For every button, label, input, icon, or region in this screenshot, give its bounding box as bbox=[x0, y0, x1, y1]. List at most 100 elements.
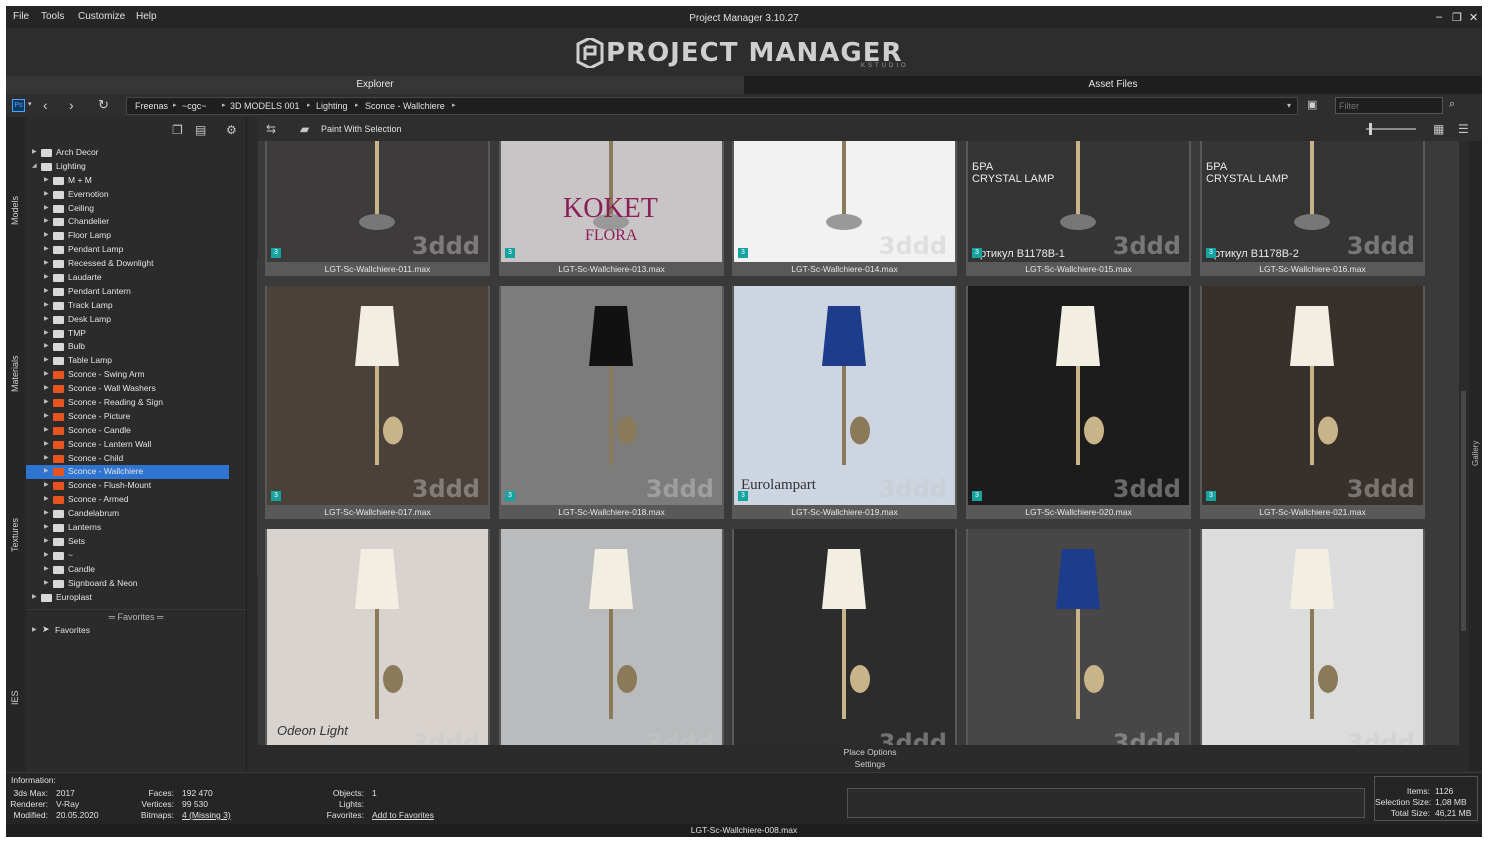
tree-item[interactable]: ▶ ~ bbox=[26, 549, 238, 563]
expand-arrow-icon[interactable]: ▶ bbox=[32, 146, 37, 159]
paint-selection-icon[interactable]: ▰ bbox=[300, 122, 309, 136]
chevron-down-icon[interactable]: ▾ bbox=[1287, 101, 1291, 110]
side-tab-ies[interactable]: IES bbox=[10, 690, 20, 705]
tab-explorer[interactable]: Explorer bbox=[6, 76, 744, 94]
tree-item[interactable]: ▶ Sconce - Reading & Sign bbox=[26, 396, 238, 410]
asset-card[interactable]: 3ddd3 bbox=[1200, 529, 1425, 745]
asset-thumbnail[interactable]: KOKET FLORA 3ddd 3 bbox=[501, 141, 722, 262]
paint-with-selection-label[interactable]: Paint With Selection bbox=[321, 124, 402, 134]
swap-icon[interactable]: ⇆ bbox=[266, 122, 276, 136]
photoshop-icon[interactable]: Ps bbox=[12, 99, 25, 112]
expand-arrow-icon[interactable]: ▶ bbox=[44, 535, 49, 548]
grid-view-icon[interactable]: ▦ bbox=[1433, 122, 1444, 136]
expand-arrow-icon[interactable]: ▶ bbox=[44, 507, 49, 520]
expand-arrow-icon[interactable]: ▶ bbox=[44, 257, 49, 270]
search-icon[interactable]: ⌕ bbox=[1449, 98, 1455, 111]
new-window-icon[interactable]: ❐ bbox=[172, 123, 183, 137]
expand-arrow-icon[interactable]: ▶ bbox=[44, 299, 49, 312]
tree-item[interactable]: ▶ Desk Lamp bbox=[26, 313, 238, 327]
expand-arrow-icon[interactable]: ▶ bbox=[44, 452, 49, 465]
place-options-toggle[interactable]: Place Options bbox=[258, 747, 1482, 759]
expand-arrow-icon[interactable]: ▶ bbox=[44, 285, 49, 298]
tree-item[interactable]: ▶ Europlast bbox=[26, 591, 238, 605]
asset-card[interactable]: 3ddd 3 LGT-Sc-Wallchiere-021.max bbox=[1200, 286, 1425, 519]
add-to-favorites-link[interactable]: Add to Favorites bbox=[372, 810, 434, 820]
asset-thumbnail[interactable]: 3ddd3 bbox=[1202, 529, 1423, 745]
asset-card[interactable]: БРА CRYSTAL LAMP ртикул B1178B-1 3ddd 3 LGT-S… bbox=[966, 141, 1191, 276]
asset-card[interactable]: 3ddd 3 LGT-Sc-Wallchiere-020.max bbox=[966, 286, 1191, 519]
expand-arrow-icon[interactable]: ▶ bbox=[44, 396, 49, 409]
tree-item[interactable]: ▶ Ceiling bbox=[26, 202, 238, 216]
tree-item[interactable]: ▶ Sets bbox=[26, 535, 238, 549]
side-tab-materials[interactable]: Materials bbox=[10, 355, 20, 392]
expand-arrow-icon[interactable]: ▶ bbox=[44, 521, 49, 534]
collapse-arrow-icon[interactable]: ◢ bbox=[32, 160, 37, 173]
asset-thumbnail[interactable]: 3ddd3 bbox=[968, 286, 1189, 505]
tree-item[interactable]: ▶ TMP bbox=[26, 327, 238, 341]
sort-icon[interactable]: ☰ bbox=[1458, 122, 1469, 136]
tree-item[interactable]: ▶ M + M bbox=[26, 174, 238, 188]
asset-thumbnail[interactable]: Odeon Light3ddd3 bbox=[267, 529, 488, 745]
tree-item[interactable]: ▶ Floor Lamp bbox=[26, 229, 238, 243]
asset-card[interactable]: 3ddd3 bbox=[499, 529, 724, 745]
tree-item[interactable]: ▶ Pendant Lamp bbox=[26, 243, 238, 257]
asset-card[interactable]: 3ddd 3 LGT-Sc-Wallchiere-017.max bbox=[265, 286, 490, 519]
expand-arrow-icon[interactable]: ▶ bbox=[44, 271, 49, 284]
asset-thumbnail[interactable]: 3ddd3 bbox=[1202, 286, 1423, 505]
expand-arrow-icon[interactable]: ▶ bbox=[44, 424, 49, 437]
asset-thumbnail[interactable]: БРА CRYSTAL LAMP ртикул B1178B-2 3ddd 3 bbox=[1202, 141, 1423, 262]
close-icon[interactable]: ✕ bbox=[1469, 11, 1478, 24]
layout-icon[interactable]: ▤ bbox=[195, 123, 206, 137]
settings-toggle[interactable]: Settings bbox=[258, 759, 1482, 771]
zoom-slider[interactable] bbox=[1366, 128, 1416, 130]
tree-item[interactable]: ▶ Candelabrum bbox=[26, 507, 238, 521]
asset-card[interactable]: 3ddd 3 LGT-Sc-Wallchiere-011.max bbox=[265, 141, 490, 276]
expand-arrow-icon[interactable]: ▶ bbox=[44, 243, 49, 256]
tree-item[interactable]: ▶ Chandelier bbox=[26, 215, 238, 229]
tree-item[interactable]: ▶ Table Lamp bbox=[26, 354, 238, 368]
expand-arrow-icon[interactable]: ▶ bbox=[44, 479, 49, 492]
expand-arrow-icon[interactable]: ▶ bbox=[44, 229, 49, 242]
chevron-down-icon[interactable]: ▾ bbox=[28, 100, 32, 108]
asset-card[interactable]: 3ddd3 bbox=[732, 529, 957, 745]
tree-item[interactable]: ▶ Signboard & Neon bbox=[26, 577, 238, 591]
filter-input[interactable] bbox=[1335, 97, 1443, 114]
tree-item[interactable]: ▶ Sconce - Picture bbox=[26, 410, 238, 424]
expand-arrow-icon[interactable]: ▶ bbox=[44, 340, 49, 353]
side-tab-textures[interactable]: Textures bbox=[10, 518, 20, 552]
breadcrumb-item[interactable]: Lighting bbox=[316, 101, 348, 111]
tree-item[interactable]: ▶ Lanterns bbox=[26, 521, 238, 535]
minimize-icon[interactable]: ‒ bbox=[1436, 11, 1442, 23]
tree-item[interactable]: ▶ Candle bbox=[26, 563, 238, 577]
asset-card[interactable]: KOKET FLORA 3ddd 3 LGT-Sc-Wallchiere-013.max bbox=[499, 141, 724, 276]
forward-icon[interactable]: › bbox=[69, 97, 74, 113]
side-tab-models[interactable]: Models bbox=[10, 196, 20, 225]
tree-item[interactable]: ▶ Sconce - Flush-Mount bbox=[26, 479, 238, 493]
expand-arrow-icon[interactable]: ▶ bbox=[44, 563, 49, 576]
asset-card[interactable]: Eurolampart 3ddd 3 LGT-Sc-Wallchiere-019.ma… bbox=[732, 286, 957, 519]
expand-arrow-icon[interactable]: ▶ bbox=[44, 438, 49, 451]
back-icon[interactable]: ‹ bbox=[43, 97, 48, 113]
asset-card[interactable]: 3ddd 3 LGT-Sc-Wallchiere-018.max bbox=[499, 286, 724, 519]
expand-arrow-icon[interactable]: ▶ bbox=[44, 327, 49, 340]
expand-arrow-icon[interactable]: ▶ bbox=[44, 188, 49, 201]
tree-item[interactable]: ▶ Arch Decor bbox=[26, 146, 238, 160]
tree-item[interactable]: ▶ Sconce - Child bbox=[26, 452, 238, 466]
expand-arrow-icon[interactable]: ▶ bbox=[44, 368, 49, 381]
tree-item[interactable]: ▶ Sconce - Armed bbox=[26, 493, 238, 507]
breadcrumb[interactable]: Freenas ▸ ~cgc~ ▸ 3D MODELS 001 ▸ Lighti… bbox=[126, 97, 1298, 115]
zoom-slider-knob[interactable] bbox=[1369, 123, 1372, 135]
tree-item[interactable]: ▶ Sconce - Lantern Wall bbox=[26, 438, 238, 452]
asset-thumbnail[interactable]: 3ddd3 bbox=[968, 529, 1189, 745]
asset-card[interactable]: 3ddd 3 LGT-Sc-Wallchiere-014.max bbox=[732, 141, 957, 276]
favorites-tree-item[interactable]: ▶ ➤ Favorites bbox=[26, 624, 246, 638]
expand-arrow-icon[interactable]: ▶ bbox=[32, 591, 37, 604]
expand-arrow-icon[interactable]: ▶ bbox=[44, 493, 49, 506]
expand-arrow-icon[interactable]: ▶ bbox=[44, 382, 49, 395]
tree-item[interactable]: ◢ Lighting bbox=[26, 160, 238, 174]
restore-icon[interactable]: ❐ bbox=[1452, 11, 1462, 24]
expand-arrow-icon[interactable]: ▶ bbox=[44, 174, 49, 187]
description-box[interactable] bbox=[847, 788, 1365, 818]
asset-thumbnail[interactable]: 3ddd3 bbox=[501, 286, 722, 505]
tree-item[interactable]: ▶ Pendant Lantern bbox=[26, 285, 238, 299]
